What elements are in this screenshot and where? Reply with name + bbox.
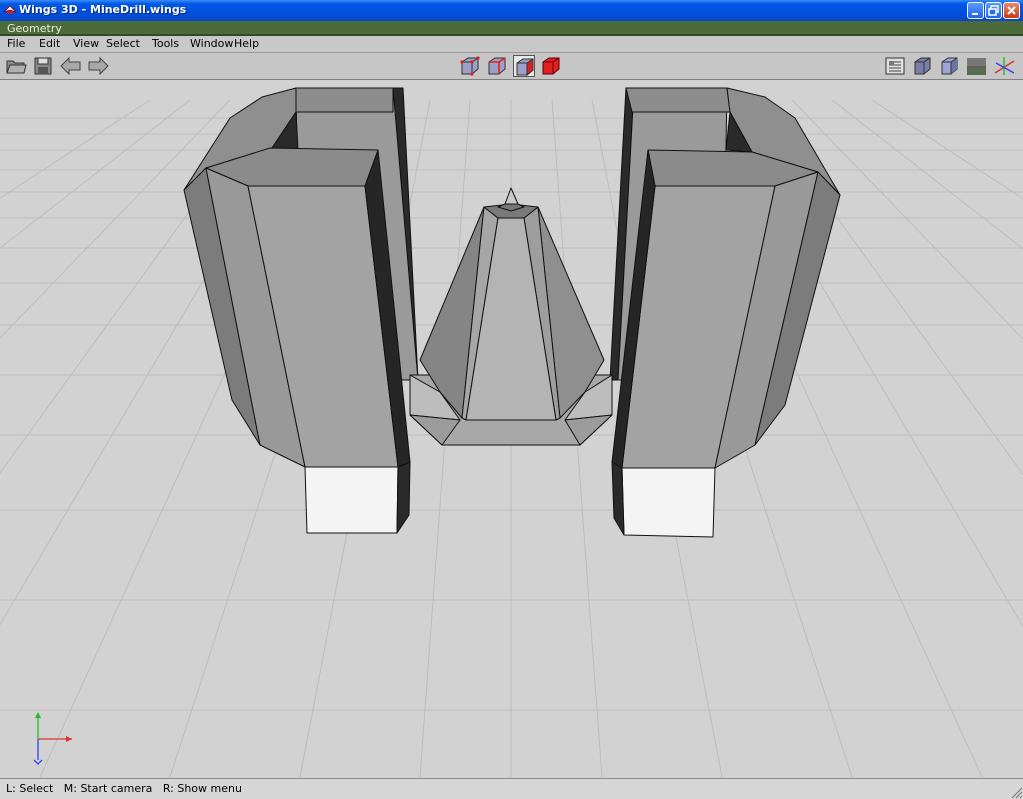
x-axis-arrow	[66, 736, 72, 742]
menu-file[interactable]: File	[7, 37, 25, 50]
menu-edit[interactable]: Edit	[39, 37, 60, 50]
menu-tools[interactable]: Tools	[152, 37, 179, 50]
menu-window[interactable]: Window	[190, 37, 233, 50]
z-axis-arrow	[33, 759, 43, 765]
scene-canvas[interactable]	[0, 80, 1023, 777]
toolbar	[0, 53, 1023, 80]
shaded-cube-icon[interactable]	[938, 55, 960, 77]
smooth-preview-icon[interactable]	[911, 55, 933, 77]
window-titlebar[interactable]: Wings 3D - MineDrill.wings	[0, 0, 1023, 21]
undo-arrow-icon[interactable]	[59, 55, 81, 77]
menu-select[interactable]: Select	[106, 37, 140, 50]
window-title: Wings 3D - MineDrill.wings	[19, 3, 187, 16]
menu-bar: File Edit View Select Tools Window Help	[0, 36, 1023, 53]
status-text: L: Select M: Start camera R: Show menu	[6, 782, 242, 795]
status-bar: L: Select M: Start camera R: Show menu	[0, 778, 1023, 799]
open-folder-icon[interactable]	[5, 55, 27, 77]
workmode-icon[interactable]	[965, 55, 987, 77]
left-tower	[183, 87, 419, 534]
axes-icon[interactable]	[992, 55, 1015, 77]
geometry-window-title: Geometry	[0, 21, 1023, 36]
menu-view[interactable]: View	[73, 37, 99, 50]
minimize-button[interactable]	[967, 2, 984, 19]
close-button[interactable]	[1003, 2, 1020, 19]
groundplane-icon[interactable]	[884, 55, 906, 77]
restore-button[interactable]	[985, 2, 1002, 19]
menu-help[interactable]: Help	[234, 37, 259, 50]
wings-app-icon	[3, 3, 17, 17]
redo-arrow-icon[interactable]	[86, 55, 109, 77]
viewport-3d[interactable]	[0, 80, 1023, 777]
resize-grip-icon[interactable]	[1011, 787, 1023, 799]
body-mode-icon[interactable]	[540, 55, 562, 77]
edge-mode-icon[interactable]	[486, 55, 508, 77]
vertex-mode-icon[interactable]	[459, 55, 481, 77]
save-icon[interactable]	[32, 55, 54, 77]
y-axis-arrow	[35, 712, 41, 718]
right-tower	[609, 87, 841, 538]
face-mode-icon[interactable]	[513, 55, 535, 77]
center-drill	[409, 187, 613, 446]
